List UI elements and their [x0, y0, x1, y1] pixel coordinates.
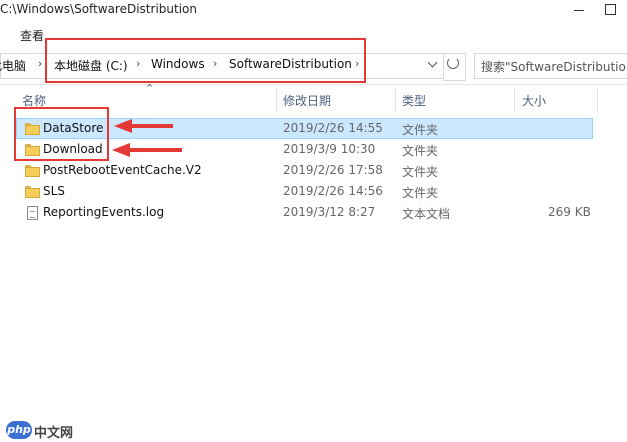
refresh-icon [447, 57, 459, 69]
file-name[interactable]: ReportingEvents.log [43, 205, 164, 219]
php-logo: php [6, 421, 32, 439]
history-dropdown-button[interactable] [427, 57, 439, 71]
window-title: C:\Windows\SoftwareDistribution [0, 2, 197, 16]
folders-highlight-box [14, 107, 109, 161]
file-date: 2019/2/26 17:58 [283, 163, 383, 177]
file-type: 文件夹 [402, 144, 439, 158]
file-type: 文本文档 [402, 207, 451, 221]
column-divider[interactable] [276, 88, 277, 112]
file-size: 269 KB [548, 205, 591, 219]
file-date: 2019/3/12 8:27 [283, 205, 376, 219]
column-divider[interactable] [597, 88, 598, 112]
file-type: 文件夹 [402, 186, 439, 200]
folder-icon [25, 186, 40, 198]
watermark-text: 中文网 [34, 426, 74, 441]
annotation-arrow-shaft [130, 124, 173, 128]
folder-icon [25, 165, 40, 177]
file-date: 2019/2/26 14:55 [283, 121, 383, 135]
annotation-arrow-head [114, 119, 132, 133]
minimize-button[interactable] [567, 0, 591, 20]
annotation-arrow-head [112, 143, 130, 157]
search-placeholder: 搜索"SoftwareDistribution" [481, 60, 627, 74]
file-type: 文件夹 [402, 165, 439, 179]
file-type: 文件夹 [402, 123, 439, 137]
file-date: 2019/3/9 10:30 [283, 142, 376, 156]
file-name[interactable]: PostRebootEventCache.V2 [43, 163, 202, 177]
column-divider[interactable] [514, 88, 515, 112]
maximize-button[interactable] [598, 0, 622, 20]
text-file-icon [27, 206, 38, 220]
address-highlight-box [45, 38, 366, 83]
column-divider[interactable] [395, 88, 396, 112]
breadcrumb-this-pc[interactable]: 此电脑 [0, 57, 26, 74]
column-date[interactable]: 修改日期 [283, 92, 331, 109]
column-size[interactable]: 大小 [522, 92, 546, 109]
chevron-right-icon[interactable]: › [38, 57, 42, 70]
file-date: 2019/2/26 14:56 [283, 184, 383, 198]
file-name[interactable]: SLS [43, 184, 65, 198]
annotation-arrow-shaft [130, 148, 182, 152]
column-type[interactable]: 类型 [402, 92, 426, 109]
tab-view[interactable]: 查看 [20, 27, 44, 44]
